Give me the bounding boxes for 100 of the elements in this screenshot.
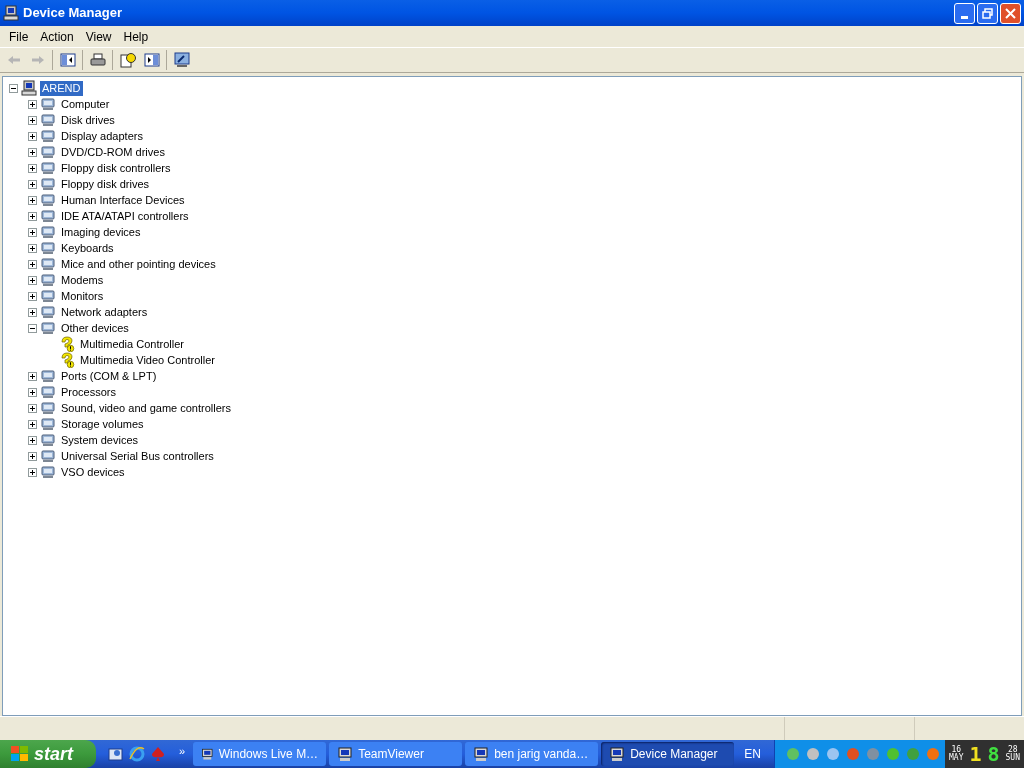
- computer-icon: [3, 5, 19, 21]
- device-icon: [40, 224, 56, 240]
- app-icon: [473, 746, 490, 762]
- tree-item[interactable]: Floppy disk drives: [59, 176, 152, 192]
- taskbar-button[interactable]: Windows Live M…: [193, 742, 327, 766]
- expand-icon[interactable]: [28, 387, 37, 397]
- clock-hour: 1: [969, 744, 982, 764]
- taskbar-button[interactable]: ben jarig vanda…: [465, 742, 599, 766]
- expand-icon[interactable]: [28, 99, 37, 109]
- device-icon: [40, 304, 56, 320]
- tree-item[interactable]: Universal Serial Bus controllers: [59, 448, 216, 464]
- expand-icon[interactable]: [28, 451, 37, 461]
- expand-icon[interactable]: [28, 211, 37, 221]
- expand-icon[interactable]: [28, 291, 37, 301]
- minimize-button[interactable]: [954, 2, 975, 24]
- expand-icon[interactable]: [28, 195, 37, 205]
- clock-minute: 8: [987, 744, 1000, 764]
- taskbar-button[interactable]: Device Manager: [601, 742, 735, 766]
- tree-item[interactable]: AREND: [40, 80, 83, 96]
- expand-icon[interactable]: [28, 131, 37, 141]
- expand-icon[interactable]: [28, 115, 37, 125]
- device-icon: [40, 128, 56, 144]
- tree-item[interactable]: VSO devices: [59, 464, 127, 480]
- restore-button[interactable]: [977, 2, 998, 24]
- device-icon: [40, 96, 56, 112]
- app-icon: [609, 746, 626, 762]
- tree-item[interactable]: Imaging devices: [59, 224, 143, 240]
- device-icon: [40, 112, 56, 128]
- device-icon: [40, 432, 56, 448]
- tree-item[interactable]: Disk drives: [59, 112, 117, 128]
- more-chevron[interactable]: »: [179, 742, 186, 760]
- expand-icon[interactable]: [28, 243, 37, 253]
- device-icon: [40, 176, 56, 192]
- device-icon: [40, 208, 56, 224]
- window-title: Device Manager: [23, 4, 122, 23]
- tree-item[interactable]: Human Interface Devices: [59, 192, 187, 208]
- start-button[interactable]: start: [0, 740, 96, 768]
- device-icon: [40, 256, 56, 272]
- tree-item[interactable]: Ports (COM & LPT): [59, 368, 159, 384]
- expand-icon[interactable]: [28, 435, 37, 445]
- taskbar-button[interactable]: TeamViewer: [329, 742, 463, 766]
- tree-item[interactable]: Sound, video and game controllers: [59, 400, 233, 416]
- restore-icon: [982, 7, 993, 19]
- tree-item[interactable]: System devices: [59, 432, 141, 448]
- device-icon: [40, 368, 56, 384]
- device-icon: [40, 384, 56, 400]
- menu-item[interactable]: Action: [34, 27, 80, 46]
- expand-icon[interactable]: [28, 227, 37, 237]
- collapse-icon[interactable]: [9, 83, 18, 93]
- tree-item[interactable]: Multimedia Controller: [78, 336, 186, 352]
- device-icon: [40, 272, 56, 288]
- tree-item[interactable]: IDE ATA/ATAPI controllers: [59, 208, 191, 224]
- expand-icon[interactable]: [28, 371, 37, 381]
- expand-icon[interactable]: [28, 179, 37, 189]
- app-icon: [337, 746, 354, 762]
- computer-icon: [21, 80, 37, 96]
- tree-item[interactable]: Storage volumes: [59, 416, 146, 432]
- expand-icon[interactable]: [28, 467, 37, 477]
- tree-item[interactable]: Modems: [59, 272, 106, 288]
- tree-item[interactable]: DVD/CD-ROM drives: [59, 144, 167, 160]
- close-icon: [1005, 7, 1016, 19]
- browser-icon[interactable]: [129, 746, 145, 762]
- close-button[interactable]: [1000, 2, 1021, 24]
- menu-item[interactable]: File: [3, 27, 35, 46]
- tree-item[interactable]: Floppy disk controllers: [59, 160, 173, 176]
- expand-icon[interactable]: [28, 259, 37, 269]
- device-icon: [40, 144, 56, 160]
- device-icon: [40, 464, 56, 480]
- device-icon: [40, 448, 56, 464]
- device-icon: [40, 288, 56, 304]
- device-icon: [40, 160, 56, 176]
- tree-item[interactable]: Other devices: [59, 320, 131, 336]
- app-icon: [201, 746, 214, 762]
- tree-item[interactable]: Processors: [59, 384, 119, 400]
- expand-icon[interactable]: [28, 419, 37, 429]
- device-icon: [40, 400, 56, 416]
- expand-icon[interactable]: [28, 307, 37, 317]
- device-icon: [40, 416, 56, 432]
- clock-weekday: SUN: [1005, 754, 1020, 762]
- clock-day: 16: [951, 746, 962, 754]
- device-icon: [40, 192, 56, 208]
- tree-item[interactable]: Computer: [59, 96, 112, 112]
- tree-item[interactable]: Display adapters: [59, 128, 145, 144]
- clock-month: MAY: [949, 754, 964, 762]
- windows-flag-icon: [10, 745, 30, 763]
- collapse-icon[interactable]: [28, 323, 37, 333]
- expand-icon[interactable]: [28, 163, 37, 173]
- tree-item[interactable]: Multimedia Video Controller: [78, 352, 217, 368]
- expand-icon[interactable]: [28, 147, 37, 157]
- tree-item[interactable]: Monitors: [59, 288, 106, 304]
- expand-icon[interactable]: [28, 275, 37, 285]
- tree-item[interactable]: Keyboards: [59, 240, 116, 256]
- language-indicator[interactable]: EN: [744, 745, 761, 763]
- tree-item[interactable]: Mice and other pointing devices: [59, 256, 218, 272]
- device-icon: [40, 320, 56, 336]
- device-icon: [40, 240, 56, 256]
- menu-item[interactable]: Help: [117, 27, 155, 46]
- tree-item[interactable]: Network adapters: [59, 304, 150, 320]
- expand-icon[interactable]: [28, 403, 37, 413]
- menu-item[interactable]: View: [79, 27, 118, 46]
